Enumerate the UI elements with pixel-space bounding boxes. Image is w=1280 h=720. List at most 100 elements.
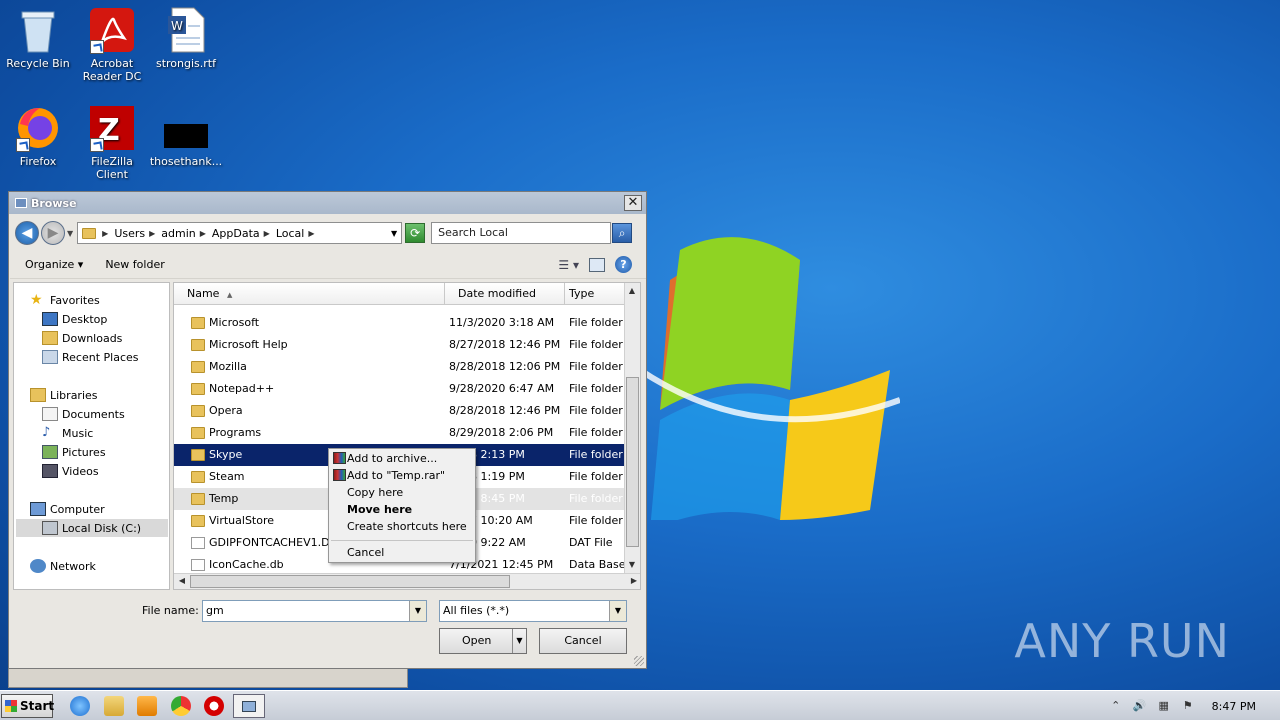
scroll-right-icon[interactable]: ▶: [627, 574, 640, 588]
desktop-icon-thosethank[interactable]: thosethank...: [148, 104, 224, 168]
windows-logo-wallpaper: [640, 237, 900, 520]
chrome-icon[interactable]: [171, 696, 191, 716]
search-icon[interactable]: ⌕: [612, 223, 633, 243]
desktop-icon-strongis-rtf[interactable]: W strongis.rtf: [148, 6, 224, 70]
dialog-titlebar[interactable]: Browse: [9, 192, 646, 214]
start-button[interactable]: Start: [1, 694, 54, 718]
help-icon[interactable]: ?: [615, 256, 632, 273]
chevron-right-icon[interactable]: ▶: [200, 229, 206, 238]
file-row[interactable]: Microsoft 11/3/2020 3:18 AM File folder: [174, 312, 629, 334]
show-hidden-icons-icon[interactable]: ⌃: [1108, 699, 1124, 713]
file-explorer-icon[interactable]: [104, 696, 124, 716]
nav-documents[interactable]: Documents: [42, 407, 125, 421]
desktop-icon-firefox[interactable]: Firefox: [0, 104, 76, 168]
menu-item-add-to-archive[interactable]: Add to archive...: [347, 452, 437, 465]
scroll-up-icon[interactable]: ▲: [625, 284, 639, 298]
scroll-down-icon[interactable]: ▼: [625, 558, 639, 572]
file-name: VirtualStore: [209, 514, 275, 527]
downloads-icon: [42, 331, 58, 345]
file-date: 8/27/2018 12:46 PM: [449, 338, 561, 351]
menu-item-move-here[interactable]: Move here: [347, 503, 412, 516]
menu-item-add-to-temp-rar[interactable]: Add to "Temp.rar": [347, 469, 445, 482]
opera-icon[interactable]: [204, 696, 224, 716]
open-button[interactable]: Open ▼: [439, 628, 527, 654]
column-header-type[interactable]: Type: [565, 283, 627, 305]
scroll-thumb[interactable]: [190, 575, 510, 588]
refresh-icon[interactable]: ⟳: [405, 223, 426, 243]
back-button[interactable]: ◀: [15, 221, 39, 245]
cancel-button[interactable]: Cancel: [539, 628, 627, 654]
chevron-right-icon[interactable]: ▶: [102, 229, 108, 238]
filename-input[interactable]: gm ▼: [202, 600, 427, 622]
breadcrumb-users[interactable]: Users: [114, 227, 145, 240]
nav-libraries[interactable]: Libraries: [30, 388, 98, 402]
file-date: 9/28/2020 6:47 AM: [449, 382, 555, 395]
address-bar[interactable]: ▶ Users ▶ admin ▶ AppData ▶ Local ▶ ▼: [77, 222, 403, 244]
system-tray: ⌃ 🔊 ▦ ⚑ 8:47 PM: [1104, 691, 1280, 720]
taskbar-browse-window[interactable]: [233, 694, 265, 718]
media-player-icon[interactable]: [137, 696, 157, 716]
resize-grip[interactable]: [634, 656, 644, 666]
nav-videos[interactable]: Videos: [42, 464, 99, 478]
file-row[interactable]: Programs 8/29/2018 2:06 PM File folder: [174, 422, 629, 444]
nav-computer[interactable]: Computer: [30, 502, 105, 516]
organize-button[interactable]: Organize ▾: [25, 258, 83, 271]
nav-label: Music: [62, 426, 94, 440]
nav-favorites[interactable]: ★ Favorites: [30, 293, 100, 307]
nav-desktop[interactable]: Desktop: [42, 312, 107, 326]
clock[interactable]: 8:47 PM: [1212, 700, 1256, 713]
new-folder-button[interactable]: New folder: [105, 258, 164, 271]
chevron-right-icon[interactable]: ▶: [264, 229, 270, 238]
scroll-left-icon[interactable]: ◀: [175, 574, 189, 588]
breadcrumb-admin[interactable]: admin: [161, 227, 195, 240]
preview-pane-icon[interactable]: [589, 257, 605, 272]
file-row[interactable]: Opera 8/28/2018 12:46 PM File folder: [174, 400, 629, 422]
volume-icon[interactable]: 🔊: [1132, 699, 1148, 713]
breadcrumb-appdata[interactable]: AppData: [212, 227, 260, 240]
chevron-down-icon[interactable]: ▼: [609, 601, 626, 621]
desktop-icon-acrobat[interactable]: Acrobat Reader DC: [74, 6, 150, 83]
menu-item-create-shortcuts[interactable]: Create shortcuts here: [347, 520, 467, 533]
file-row[interactable]: Mozilla 8/28/2018 12:06 PM File folder: [174, 356, 629, 378]
nav-local-disk[interactable]: Local Disk (C:): [42, 521, 141, 535]
address-dropdown-icon[interactable]: ▼: [391, 229, 397, 238]
file-name: Notepad++: [209, 382, 275, 395]
desktop-icon-filezilla[interactable]: Z FileZilla Client: [74, 104, 150, 181]
nav-label: Network: [50, 559, 96, 573]
forward-button[interactable]: ▶: [41, 221, 65, 245]
chevron-right-icon[interactable]: ▶: [149, 229, 155, 238]
nav-downloads[interactable]: Downloads: [42, 331, 122, 345]
recent-places-icon: [42, 350, 58, 364]
column-header-date[interactable]: Date modified: [445, 283, 565, 305]
history-dropdown-icon[interactable]: ▼: [67, 229, 73, 238]
scroll-thumb[interactable]: [626, 377, 639, 547]
file-row[interactable]: Notepad++ 9/28/2020 6:47 AM File folder: [174, 378, 629, 400]
nav-label: Favorites: [50, 293, 100, 307]
internet-explorer-icon[interactable]: [70, 696, 90, 716]
file-type-filter[interactable]: All files (*.*) ▼: [439, 600, 627, 622]
view-options-icon[interactable]: ☰ ▾: [558, 258, 579, 272]
desktop-icon-recycle-bin[interactable]: Recycle Bin: [0, 6, 76, 70]
open-split-dropdown-icon[interactable]: ▼: [512, 629, 526, 653]
nav-recent-places[interactable]: Recent Places: [42, 350, 139, 364]
menu-item-cancel[interactable]: Cancel: [347, 546, 384, 559]
acrobat-icon: [88, 6, 136, 54]
nav-pictures[interactable]: Pictures: [42, 445, 106, 459]
file-row[interactable]: Microsoft Help 8/27/2018 12:46 PM File f…: [174, 334, 629, 356]
network-tray-icon[interactable]: ▦: [1156, 699, 1172, 713]
file-name: Skype: [209, 448, 243, 461]
breadcrumb-local[interactable]: Local: [276, 227, 305, 240]
chevron-right-icon[interactable]: ▶: [308, 229, 314, 238]
menu-item-copy-here[interactable]: Copy here: [347, 486, 403, 499]
chevron-down-icon[interactable]: ▼: [409, 601, 426, 621]
file-type: File folder: [569, 404, 623, 417]
column-header-name[interactable]: Name ▲: [174, 283, 445, 305]
vertical-scrollbar[interactable]: ▲ ▼: [624, 283, 640, 573]
file-name: Programs: [209, 426, 262, 439]
close-button[interactable]: ✕: [624, 195, 642, 211]
search-input[interactable]: Search Local: [431, 222, 612, 244]
horizontal-scrollbar[interactable]: ◀ ▶: [174, 573, 640, 589]
nav-music[interactable]: ♪ Music: [42, 426, 93, 440]
nav-network[interactable]: Network: [30, 559, 96, 573]
action-center-flag-icon[interactable]: ⚑: [1180, 699, 1196, 713]
